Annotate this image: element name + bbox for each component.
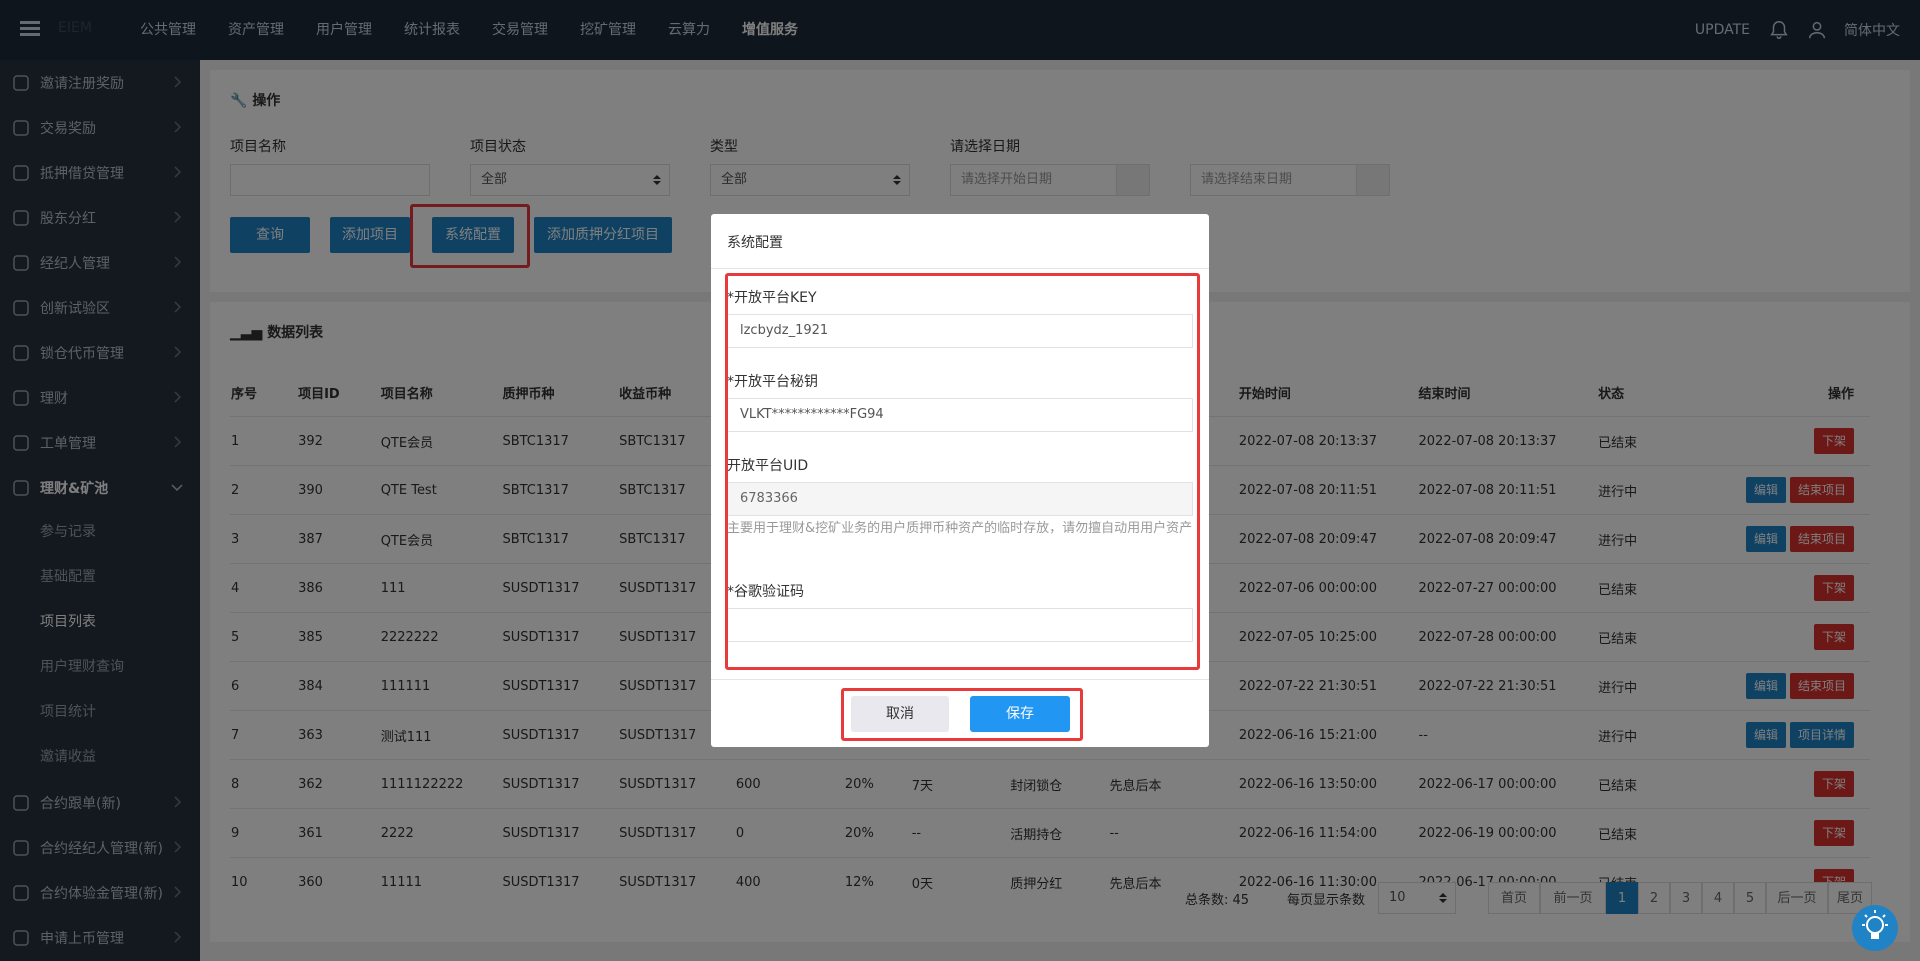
divider bbox=[711, 679, 1209, 680]
highlight-action-buttons bbox=[841, 688, 1083, 741]
highlight-form-fields bbox=[725, 273, 1200, 670]
lightbulb-icon[interactable] bbox=[1852, 905, 1898, 951]
modal-title: 系统配置 bbox=[727, 235, 783, 251]
divider bbox=[711, 268, 1209, 269]
